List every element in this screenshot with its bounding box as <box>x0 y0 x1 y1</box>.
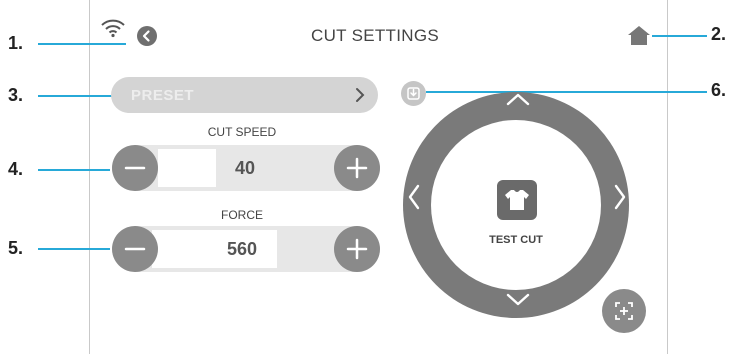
move-left-button[interactable] <box>406 184 422 210</box>
arrow-left-icon <box>408 184 420 210</box>
position-crosshair-icon <box>615 302 633 320</box>
callout-1-number: 1. <box>8 33 24 53</box>
home-icon <box>628 26 650 45</box>
move-right-button[interactable] <box>612 184 628 210</box>
move-up-button[interactable] <box>506 91 530 107</box>
callout-4-number: 4. <box>8 159 24 179</box>
plus-icon <box>346 238 368 260</box>
callout-4-line <box>38 169 110 171</box>
arrow-down-icon <box>506 293 530 306</box>
chevron-right-icon <box>356 88 365 102</box>
plus-icon <box>346 157 368 179</box>
force-increase-button[interactable] <box>334 226 380 272</box>
screen-border-left <box>89 0 90 354</box>
callout-3-number: 3. <box>8 85 24 105</box>
save-preset-button[interactable] <box>401 81 426 106</box>
callout-2-line <box>652 35 707 37</box>
cut-speed-value[interactable]: 40 <box>215 158 275 179</box>
callout-6-number: 6. <box>711 80 727 100</box>
arrow-right-icon <box>614 184 626 210</box>
force-label: FORCE <box>221 208 263 222</box>
back-button[interactable] <box>137 26 157 46</box>
callout-3-line <box>38 95 112 97</box>
callout-6-line <box>426 91 707 93</box>
callout-5-number: 5. <box>8 238 24 258</box>
preset-selector[interactable]: PRESET <box>111 77 378 113</box>
home-button[interactable] <box>627 25 651 46</box>
cut-speed-decrease-button[interactable] <box>112 145 158 191</box>
test-cut-button[interactable] <box>497 180 537 220</box>
move-down-button[interactable] <box>506 292 530 308</box>
position-button[interactable] <box>602 289 646 333</box>
force-decrease-button[interactable] <box>112 226 158 272</box>
callout-2-number: 2. <box>711 24 727 44</box>
cut-speed-field-left <box>158 149 216 187</box>
callout-1-line <box>38 43 126 45</box>
t-shirt-icon <box>505 190 529 210</box>
preset-label: PRESET <box>131 87 195 104</box>
screen-border-right <box>667 0 668 354</box>
screen-title: CUT SETTINGS <box>311 26 439 45</box>
test-cut-label: TEST CUT <box>489 234 543 246</box>
minus-icon <box>124 247 146 251</box>
wifi-icon <box>100 18 126 38</box>
arrow-up-icon <box>506 93 530 106</box>
cut-speed-label: CUT SPEED <box>207 125 277 139</box>
back-icon <box>142 30 150 42</box>
minus-icon <box>124 166 146 170</box>
cut-speed-increase-button[interactable] <box>334 145 380 191</box>
save-preset-icon <box>407 87 420 100</box>
force-value[interactable]: 560 <box>212 239 272 260</box>
callout-5-line <box>38 248 110 250</box>
